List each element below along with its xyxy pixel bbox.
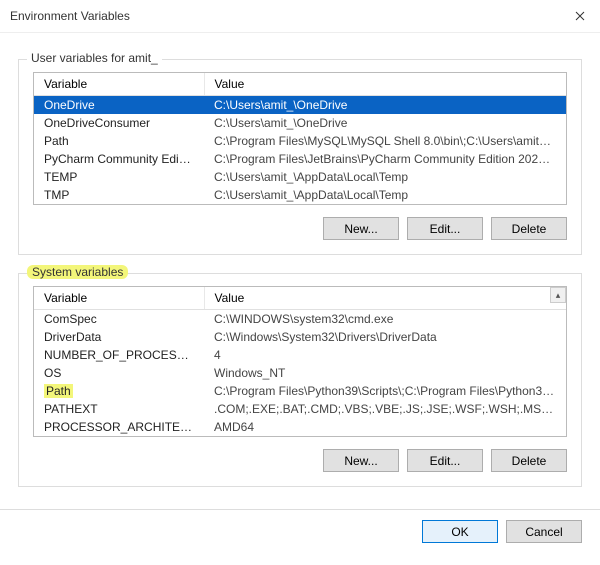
col-value[interactable]: Value [204,73,566,96]
variable-cell: OneDriveConsumer [34,114,204,132]
table-row[interactable]: OSWindows_NT [34,364,566,382]
variable-cell: PATHEXT [34,400,204,418]
cancel-button[interactable]: Cancel [506,520,582,543]
col-variable[interactable]: Variable [34,73,204,96]
variable-cell: PROCESSOR_ARCHITECTURE [34,418,204,436]
close-icon [575,11,585,21]
value-cell: C:\WINDOWS\system32\cmd.exe [204,310,566,329]
value-cell: .COM;.EXE;.BAT;.CMD;.VBS;.VBE;.JS;.JSE;.… [204,400,566,418]
sys-buttons: New... Edit... Delete [33,449,567,472]
value-cell: C:\Users\amit_\OneDrive [204,96,566,115]
table-row[interactable]: NUMBER_OF_PROCESSORS4 [34,346,566,364]
system-variables-legend: System variables [27,265,128,279]
col-value[interactable]: Value [204,287,566,310]
sys-new-button[interactable]: New... [323,449,399,472]
value-cell: C:\Program Files\JetBrains\PyCharm Commu… [204,150,566,168]
value-cell: 4 [204,346,566,364]
variable-cell: Path [34,132,204,150]
variable-cell: NUMBER_OF_PROCESSORS [34,346,204,364]
value-cell: C:\Users\amit_\AppData\Local\Temp [204,186,566,204]
table-row[interactable]: PROCESSOR_ARCHITECTUREAMD64 [34,418,566,436]
variable-cell: DriverData [34,328,204,346]
value-cell: Windows_NT [204,364,566,382]
user-delete-button[interactable]: Delete [491,217,567,240]
variable-cell: OneDrive [34,96,204,115]
value-cell: C:\Windows\System32\Drivers\DriverData [204,328,566,346]
user-variables-legend: User variables for amit_ [27,51,162,65]
table-row[interactable]: OneDriveConsumerC:\Users\amit_\OneDrive [34,114,566,132]
sys-edit-button[interactable]: Edit... [407,449,483,472]
table-row[interactable]: TEMPC:\Users\amit_\AppData\Local\Temp [34,168,566,186]
value-cell: C:\Users\amit_\AppData\Local\Temp [204,168,566,186]
dialog-buttons: OK Cancel [0,509,600,553]
user-buttons: New... Edit... Delete [33,217,567,240]
chevron-up-icon: ▴ [556,290,561,301]
table-row[interactable]: TMPC:\Users\amit_\AppData\Local\Temp [34,186,566,204]
table-row[interactable]: PyCharm Community EditionC:\Program File… [34,150,566,168]
close-button[interactable] [568,6,592,26]
ok-button[interactable]: OK [422,520,498,543]
variable-cell: Path [34,382,204,400]
value-cell: C:\Users\amit_\OneDrive [204,114,566,132]
scroll-up-button[interactable]: ▴ [550,287,566,303]
table-row[interactable]: PathC:\Program Files\MySQL\MySQL Shell 8… [34,132,566,150]
titlebar: Environment Variables [0,0,600,33]
value-cell: C:\Program Files\MySQL\MySQL Shell 8.0\b… [204,132,566,150]
table-row[interactable]: DriverDataC:\Windows\System32\Drivers\Dr… [34,328,566,346]
col-variable[interactable]: Variable [34,287,204,310]
table-row[interactable]: PathC:\Program Files\Python39\Scripts\;C… [34,382,566,400]
system-variables-table[interactable]: Variable Value ComSpecC:\WINDOWS\system3… [33,286,567,437]
sys-delete-button[interactable]: Delete [491,449,567,472]
variable-cell: OS [34,364,204,382]
table-row[interactable]: ComSpecC:\WINDOWS\system32\cmd.exe [34,310,566,329]
system-variables-group: System variables Variable Value ComSpecC… [18,273,582,487]
value-cell: C:\Program Files\Python39\Scripts\;C:\Pr… [204,382,566,400]
value-cell: AMD64 [204,418,566,436]
table-row[interactable]: PATHEXT.COM;.EXE;.BAT;.CMD;.VBS;.VBE;.JS… [34,400,566,418]
variable-cell: TEMP [34,168,204,186]
dialog-title: Environment Variables [10,9,130,23]
variable-cell: ComSpec [34,310,204,329]
table-row[interactable]: OneDriveC:\Users\amit_\OneDrive [34,96,566,115]
user-variables-group: User variables for amit_ Variable Value … [18,59,582,255]
user-variables-table[interactable]: Variable Value OneDriveC:\Users\amit_\On… [33,72,567,205]
variable-cell: TMP [34,186,204,204]
variable-cell: PyCharm Community Edition [34,150,204,168]
user-new-button[interactable]: New... [323,217,399,240]
user-edit-button[interactable]: Edit... [407,217,483,240]
